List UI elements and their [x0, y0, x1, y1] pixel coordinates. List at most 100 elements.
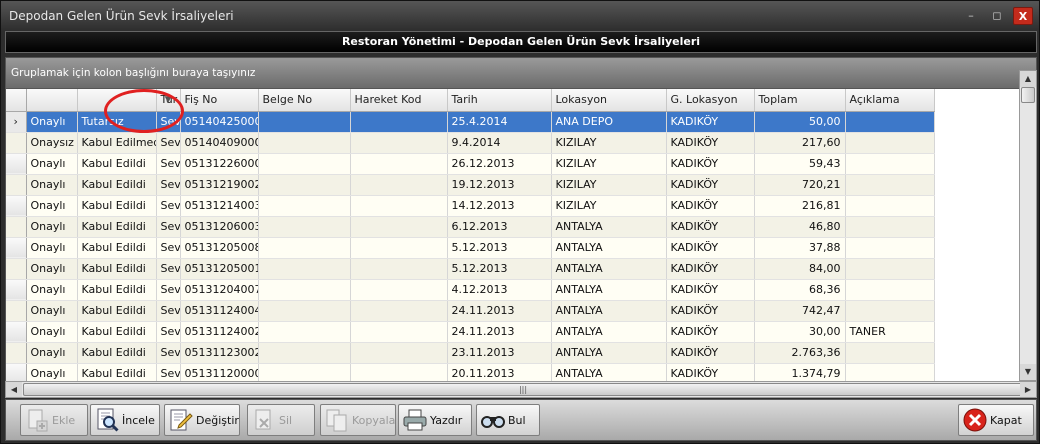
table-cell[interactable]: 216,81	[754, 195, 846, 217]
table-cell[interactable]: KIZILAY	[551, 195, 667, 217]
table-cell[interactable]	[258, 321, 351, 343]
row-indicator[interactable]	[6, 216, 27, 238]
table-cell[interactable]	[350, 132, 448, 154]
maximize-button[interactable]: ◻	[987, 7, 1007, 25]
close-button[interactable]: Kapat	[958, 404, 1034, 436]
table-cell[interactable]	[258, 216, 351, 238]
table-cell[interactable]: 0513112400243	[180, 321, 259, 343]
table-cell[interactable]: 68,36	[754, 279, 846, 301]
table-cell[interactable]	[258, 237, 351, 259]
table-row[interactable]: OnaylıKabul EdildiSevk0513120500836 5.12.…	[6, 237, 1019, 259]
table-cell[interactable]: 1.374,79	[754, 363, 846, 381]
table-cell[interactable]: 5.12.2013	[447, 258, 552, 280]
table-cell[interactable]	[845, 237, 935, 259]
table-cell[interactable]: 19.12.2013	[447, 174, 552, 196]
table-row[interactable]: OnaylıKabul EdildiSevk0513112400427 24.11…	[6, 300, 1019, 322]
table-cell[interactable]: Onaylı	[26, 195, 78, 217]
table-cell[interactable]	[258, 111, 351, 133]
row-indicator[interactable]	[6, 174, 27, 196]
table-cell[interactable]: Sevk	[156, 153, 181, 175]
table-cell[interactable]: 0514042500010	[180, 111, 259, 133]
table-cell[interactable]: 0513120400747	[180, 279, 259, 301]
table-cell[interactable]: Kabul Edildi	[77, 153, 157, 175]
table-cell[interactable]: Onaysız	[26, 132, 78, 154]
table-cell[interactable]: KADIKÖY	[666, 216, 755, 238]
column-header[interactable]: G. Lokasyon	[666, 89, 755, 112]
vertical-scrollbar[interactable]: ▲ ▼	[1019, 70, 1037, 381]
table-cell[interactable]: ANTALYA	[551, 237, 667, 259]
close-window-button[interactable]: X	[1013, 7, 1033, 25]
table-cell[interactable]	[350, 279, 448, 301]
vertical-scroll-thumb[interactable]	[1021, 87, 1035, 103]
column-header[interactable]	[77, 89, 157, 112]
table-cell[interactable]: Kabul Edildi	[77, 342, 157, 364]
table-cell[interactable]: Onaylı	[26, 363, 78, 381]
row-indicator[interactable]: ›	[6, 111, 27, 133]
table-cell[interactable]: 26.12.2013	[447, 153, 552, 175]
table-cell[interactable]: KIZILAY	[551, 153, 667, 175]
table-row[interactable]: OnaylıKabul EdildiSevk0513122600046 26.12…	[6, 153, 1019, 175]
table-cell[interactable]	[258, 279, 351, 301]
table-cell[interactable]: Kabul Edildi	[77, 174, 157, 196]
table-cell[interactable]: ANTALYA	[551, 300, 667, 322]
column-header[interactable]: Toplam	[754, 89, 846, 112]
table-cell[interactable]: 0513112400427	[180, 300, 259, 322]
table-row[interactable]: OnaylıKabul EdildiSevk0513112400243 24.11…	[6, 321, 1019, 343]
table-cell[interactable]: Onaylı	[26, 342, 78, 364]
table-cell[interactable]	[350, 216, 448, 238]
table-cell[interactable]: 23.11.2013	[447, 342, 552, 364]
table-cell[interactable]: KIZILAY	[551, 132, 667, 154]
table-cell[interactable]	[350, 153, 448, 175]
table-row[interactable]: OnaylıKabul EdildiSevk0513112000016 20.11…	[6, 363, 1019, 381]
table-cell[interactable]: 0513122600046	[180, 153, 259, 175]
table-cell[interactable]	[258, 195, 351, 217]
table-cell[interactable]: 4.12.2013	[447, 279, 552, 301]
table-cell[interactable]: KADIKÖY	[666, 111, 755, 133]
edit-button[interactable]: Değiştir	[164, 404, 240, 436]
row-indicator[interactable]	[6, 321, 27, 343]
table-cell[interactable]: 6.12.2013	[447, 216, 552, 238]
minimize-button[interactable]: –	[961, 7, 981, 25]
table-cell[interactable]: Sevk	[156, 132, 181, 154]
group-by-panel[interactable]: Gruplamak için kolon başlığını buraya ta…	[5, 57, 1037, 89]
table-cell[interactable]	[845, 300, 935, 322]
table-cell[interactable]: 0513120600383	[180, 216, 259, 238]
table-cell[interactable]: Onaylı	[26, 237, 78, 259]
table-row[interactable]: OnaylıKabul EdildiSevk0513121900246 19.12…	[6, 174, 1019, 196]
table-cell[interactable]	[350, 300, 448, 322]
table-cell[interactable]: 25.4.2014	[447, 111, 552, 133]
table-cell[interactable]: TANER	[845, 321, 935, 343]
column-header[interactable]: Belge No	[258, 89, 351, 112]
table-cell[interactable]	[845, 363, 935, 381]
table-row[interactable]: OnaysızKabul EdilmediSevk0514040900010 9.…	[6, 132, 1019, 154]
table-cell[interactable]: ANTALYA	[551, 258, 667, 280]
column-header[interactable]: Hareket Kod	[350, 89, 448, 112]
row-indicator[interactable]	[6, 132, 27, 154]
table-cell[interactable]: KADIKÖY	[666, 237, 755, 259]
table-cell[interactable]: 20.11.2013	[447, 363, 552, 381]
table-cell[interactable]	[258, 342, 351, 364]
table-cell[interactable]	[845, 342, 935, 364]
table-cell[interactable]	[350, 237, 448, 259]
table-cell[interactable]: KADIKÖY	[666, 279, 755, 301]
table-cell[interactable]: KADIKÖY	[666, 363, 755, 381]
table-cell[interactable]: Sevk	[156, 342, 181, 364]
table-cell[interactable]: ANTALYA	[551, 363, 667, 381]
inspect-button[interactable]: İncele	[90, 404, 160, 436]
print-button[interactable]: Yazdır	[398, 404, 472, 436]
table-cell[interactable]: Sevk	[156, 237, 181, 259]
table-cell[interactable]: Kabul Edildi	[77, 237, 157, 259]
scroll-down-icon[interactable]: ▼	[1020, 364, 1036, 380]
table-cell[interactable]: Onaylı	[26, 321, 78, 343]
table-cell[interactable]: KADIKÖY	[666, 195, 755, 217]
column-header[interactable]: Tarih	[447, 89, 552, 112]
row-indicator[interactable]	[6, 258, 27, 280]
table-cell[interactable]: Sevk	[156, 111, 181, 133]
table-row[interactable]: OnaylıKabul EdildiSevk0513120600383 6.12.…	[6, 216, 1019, 238]
table-cell[interactable]: Kabul Edildi	[77, 321, 157, 343]
table-cell[interactable]: 14.12.2013	[447, 195, 552, 217]
table-cell[interactable]: 24.11.2013	[447, 321, 552, 343]
table-cell[interactable]: Kabul Edildi	[77, 258, 157, 280]
table-cell[interactable]: 0513121900246	[180, 174, 259, 196]
table-cell[interactable]: Sevk	[156, 363, 181, 381]
